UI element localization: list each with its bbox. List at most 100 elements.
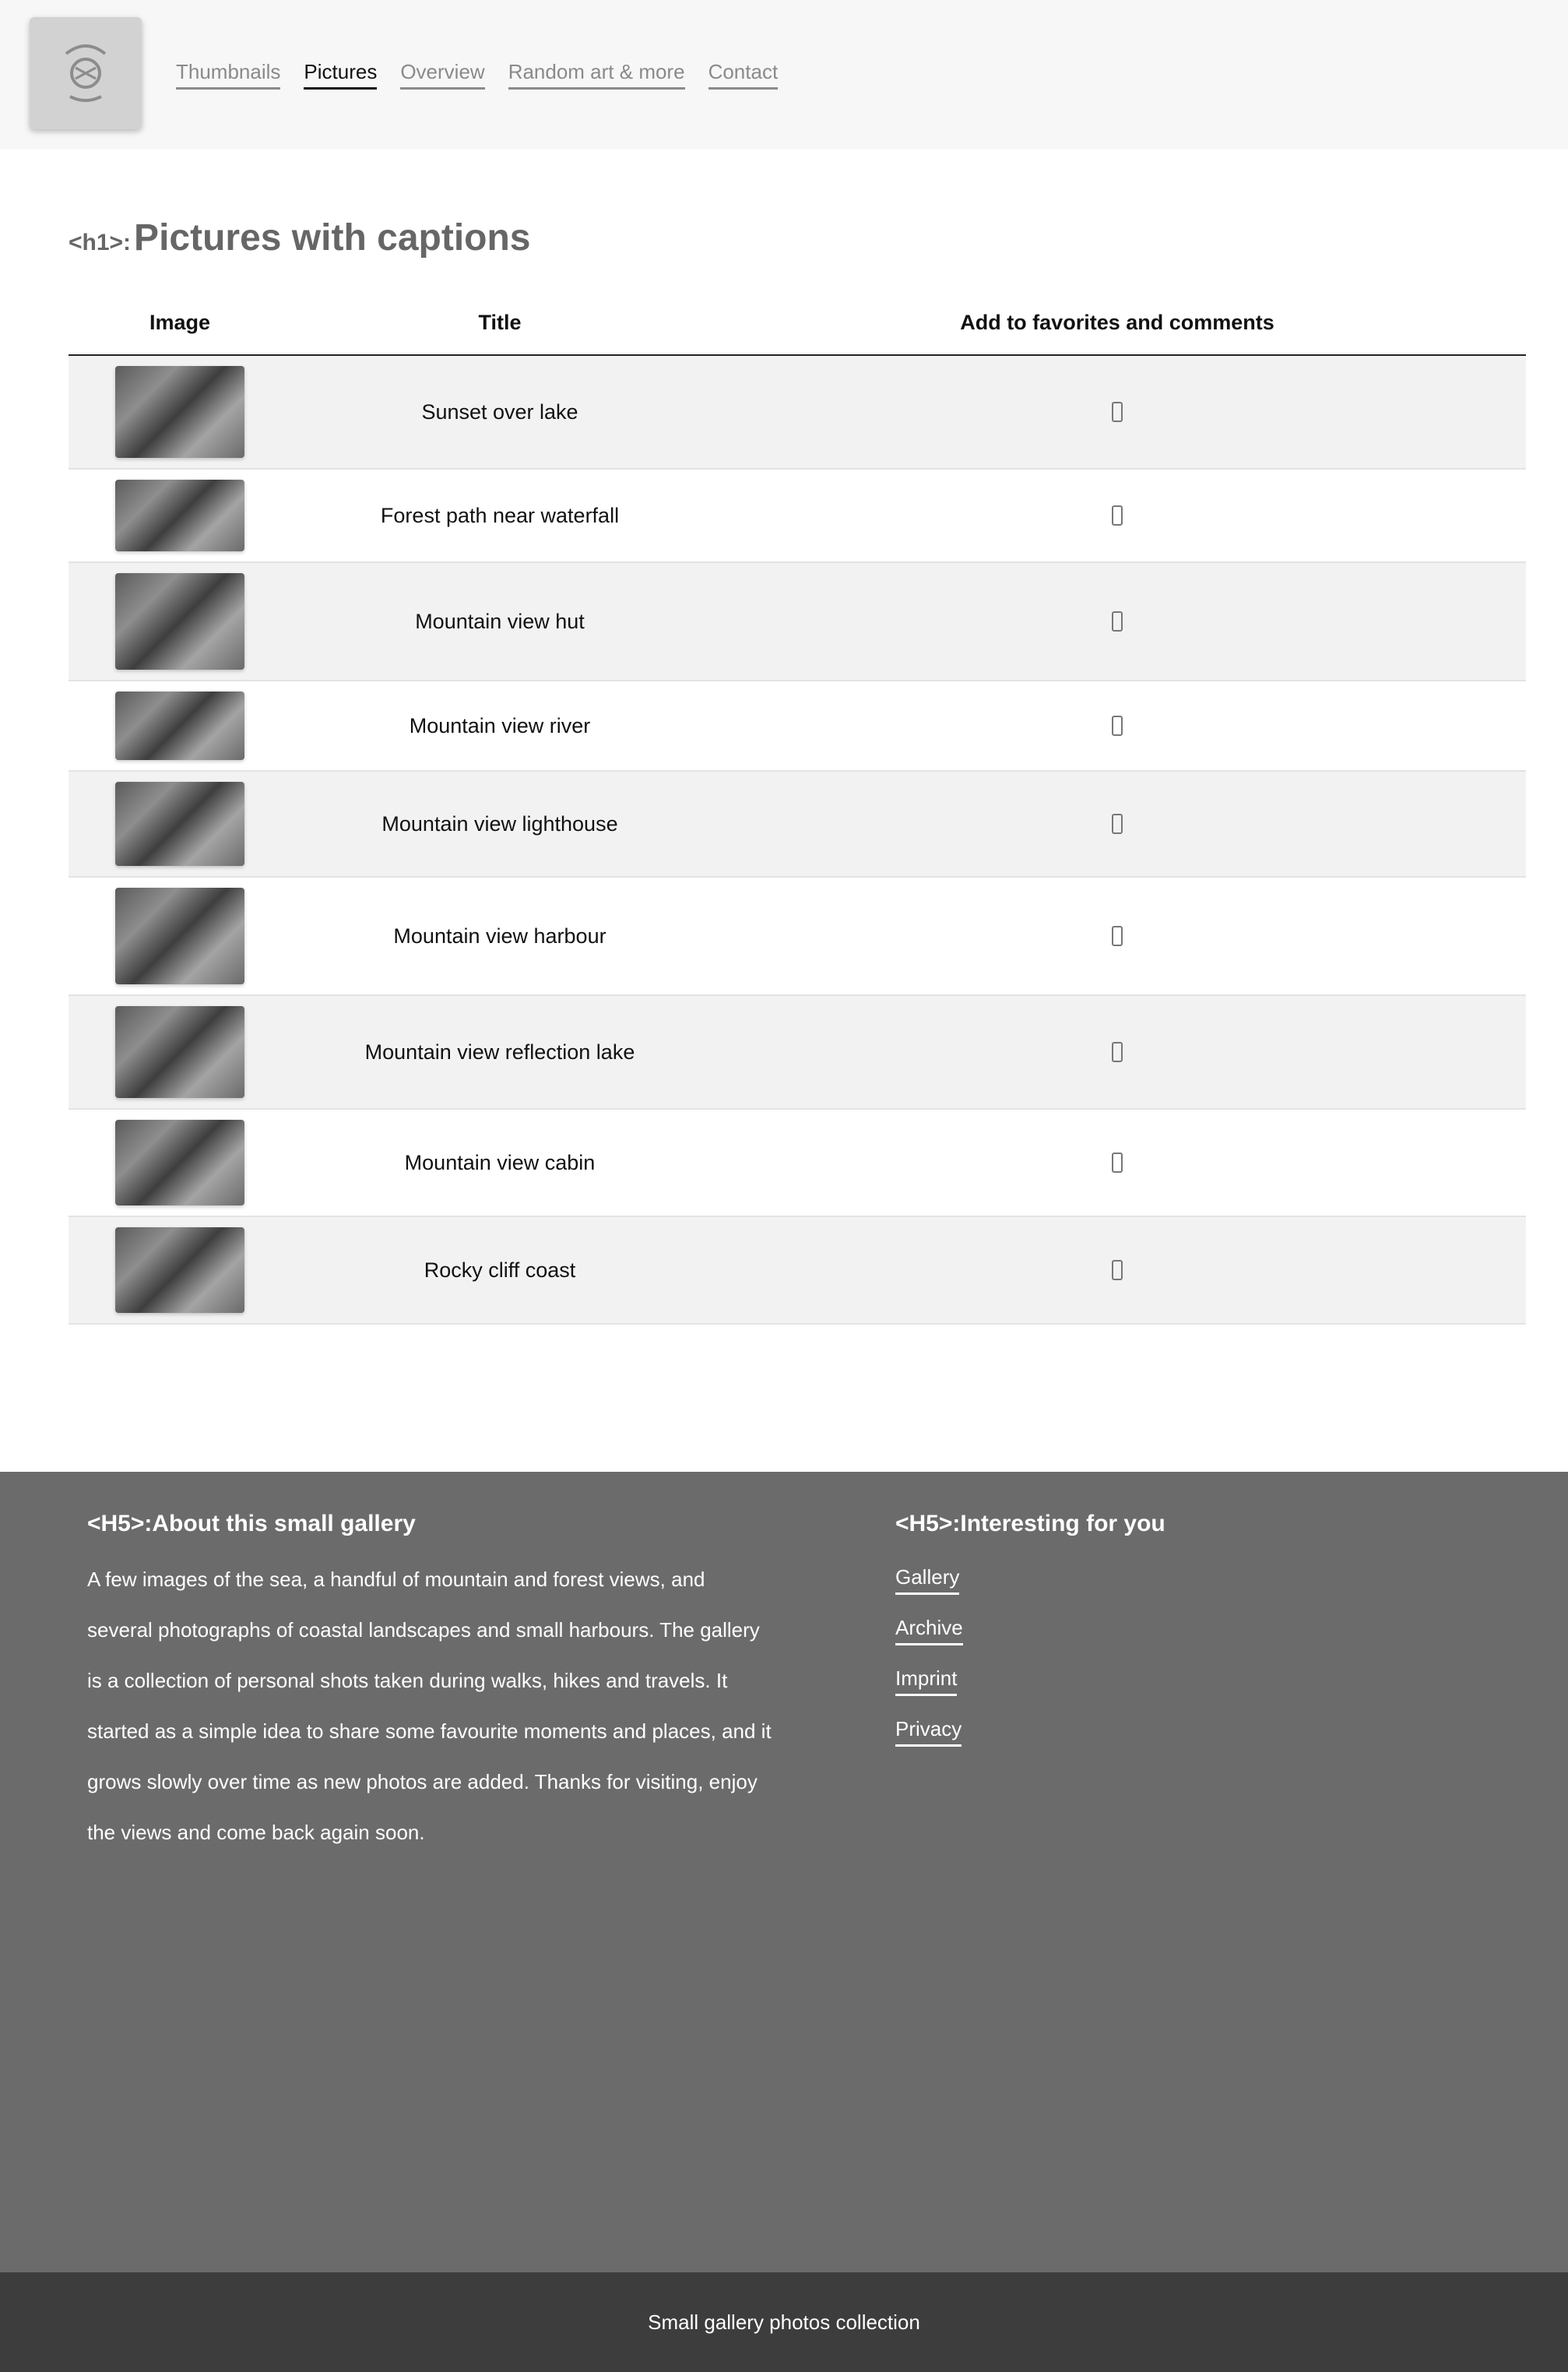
picture-thumbnail[interactable]: [115, 480, 244, 551]
title-cell: Forest path near waterfall: [291, 469, 708, 562]
footer-links-tag: <H5>:: [895, 1511, 961, 1536]
favorite-toggle-icon[interactable]: [1112, 1153, 1123, 1173]
bottom-bar: Small gallery photos collection: [0, 2272, 1568, 2372]
favorite-toggle-icon[interactable]: [1112, 611, 1123, 632]
title-cell: Mountain view cabin: [291, 1109, 708, 1216]
image-cell: [69, 995, 291, 1109]
picture-thumbnail[interactable]: [115, 1227, 244, 1313]
image-cell: [69, 355, 291, 469]
table-row: Sunset over lake: [69, 355, 1526, 469]
footer-link-privacy[interactable]: Privacy: [895, 1717, 962, 1747]
picture-thumbnail[interactable]: [115, 1006, 244, 1098]
footer-about: <H5>:About this small gallery A few imag…: [87, 1511, 772, 1858]
table-row: Rocky cliff coast: [69, 1216, 1526, 1324]
favorite-cell: [708, 1109, 1526, 1216]
footer-about-heading: <H5>:About this small gallery: [87, 1511, 772, 1537]
favorite-cell: [708, 355, 1526, 469]
copyright-text: Small gallery photos collection: [648, 2310, 920, 2334]
title-cell: Mountain view harbour: [291, 877, 708, 995]
picture-title: Mountain view cabin: [404, 1150, 596, 1174]
favorite-cell: [708, 1216, 1526, 1324]
image-cell: [69, 469, 291, 562]
page-title-tag: <h1>:: [69, 230, 132, 255]
title-cell: Rocky cliff coast: [291, 1216, 708, 1324]
footer-about-tag: <H5>:: [87, 1511, 153, 1536]
site-header: Thumbnails Pictures Overview Random art …: [0, 0, 1568, 150]
favorite-toggle-icon[interactable]: [1112, 716, 1123, 736]
image-cell: [69, 877, 291, 995]
column-header-image: Image: [69, 290, 291, 356]
footer-about-text: A few images of the sea, a handful of mo…: [87, 1568, 772, 1844]
table-row: Mountain view hut: [69, 562, 1526, 681]
crest-logo-icon: [65, 44, 107, 102]
favorite-cell: [708, 469, 1526, 562]
footer-about-title: About this small gallery: [152, 1511, 416, 1536]
favorite-toggle-icon[interactable]: [1112, 402, 1123, 422]
title-cell: Mountain view hut: [291, 562, 708, 681]
picture-title: Rocky cliff coast: [424, 1258, 576, 1282]
site-footer: <H5>:About this small gallery A few imag…: [0, 1472, 1568, 2272]
footer-link-archive[interactable]: Archive: [895, 1616, 963, 1645]
footer-links-list: Gallery Archive Imprint Privacy: [895, 1554, 1440, 1757]
list-item: Imprint: [895, 1656, 1440, 1706]
favorite-cell: [708, 681, 1526, 771]
favorite-toggle-icon[interactable]: [1112, 505, 1123, 526]
table-row: Mountain view lighthouse: [69, 771, 1526, 877]
main-content: <h1>: Pictures with captions Image Title…: [69, 150, 1526, 1325]
picture-title: Mountain view harbour: [393, 924, 606, 948]
title-cell: Sunset over lake: [291, 355, 708, 469]
favorite-cell: [708, 562, 1526, 681]
site-logo[interactable]: [30, 17, 142, 129]
page-title-text: Pictures with captions: [134, 217, 531, 259]
picture-title: Sunset over lake: [421, 399, 578, 424]
picture-title: Mountain view lighthouse: [381, 811, 618, 836]
image-cell: [69, 1109, 291, 1216]
column-header-favorites: Add to favorites and comments: [708, 290, 1526, 356]
nav-link-contact[interactable]: Contact: [708, 60, 779, 90]
nav-link-random-art[interactable]: Random art & more: [508, 60, 685, 90]
title-cell: Mountain view reflection lake: [291, 995, 708, 1109]
nav-link-pictures[interactable]: Pictures: [304, 60, 378, 90]
title-cell: Mountain view river: [291, 681, 708, 771]
list-item: Archive: [895, 1605, 1440, 1656]
column-header-title: Title: [291, 290, 708, 356]
favorite-toggle-icon[interactable]: [1112, 926, 1123, 946]
image-cell: [69, 1216, 291, 1324]
table-row: Forest path near waterfall: [69, 469, 1526, 562]
footer-links: <H5>:Interesting for you Gallery Archive…: [895, 1511, 1440, 1757]
picture-title: Mountain view hut: [415, 609, 585, 633]
table-row: Mountain view cabin: [69, 1109, 1526, 1216]
favorite-toggle-icon[interactable]: [1112, 814, 1123, 834]
nav-link-overview[interactable]: Overview: [400, 60, 485, 90]
pictures-table: Image Title Add to favorites and comment…: [69, 290, 1526, 1325]
picture-thumbnail[interactable]: [115, 888, 244, 984]
title-cell: Mountain view lighthouse: [291, 771, 708, 877]
picture-title: Forest path near waterfall: [380, 503, 620, 527]
picture-title: Mountain view river: [409, 713, 591, 737]
footer-link-gallery[interactable]: Gallery: [895, 1565, 960, 1595]
table-row: Mountain view reflection lake: [69, 995, 1526, 1109]
picture-title: Mountain view reflection lake: [364, 1040, 635, 1064]
list-item: Gallery: [895, 1554, 1440, 1605]
page-title: <h1>: Pictures with captions: [69, 216, 1526, 259]
table-row: Mountain view river: [69, 681, 1526, 771]
nav-link-thumbnails[interactable]: Thumbnails: [176, 60, 281, 90]
picture-thumbnail[interactable]: [115, 692, 244, 760]
picture-thumbnail[interactable]: [115, 366, 244, 458]
image-cell: [69, 562, 291, 681]
favorite-cell: [708, 995, 1526, 1109]
picture-thumbnail[interactable]: [115, 782, 244, 866]
table-row: Mountain view harbour: [69, 877, 1526, 995]
list-item: Privacy: [895, 1706, 1440, 1757]
footer-link-imprint[interactable]: Imprint: [895, 1666, 958, 1696]
favorite-toggle-icon[interactable]: [1112, 1042, 1123, 1062]
table-header-row: Image Title Add to favorites and comment…: [69, 290, 1526, 356]
image-cell: [69, 771, 291, 877]
footer-links-title: Interesting for you: [960, 1511, 1165, 1536]
picture-thumbnail[interactable]: [115, 1120, 244, 1205]
favorite-cell: [708, 771, 1526, 877]
favorite-cell: [708, 877, 1526, 995]
footer-links-heading: <H5>:Interesting for you: [895, 1511, 1440, 1537]
picture-thumbnail[interactable]: [115, 573, 244, 670]
favorite-toggle-icon[interactable]: [1112, 1260, 1123, 1280]
